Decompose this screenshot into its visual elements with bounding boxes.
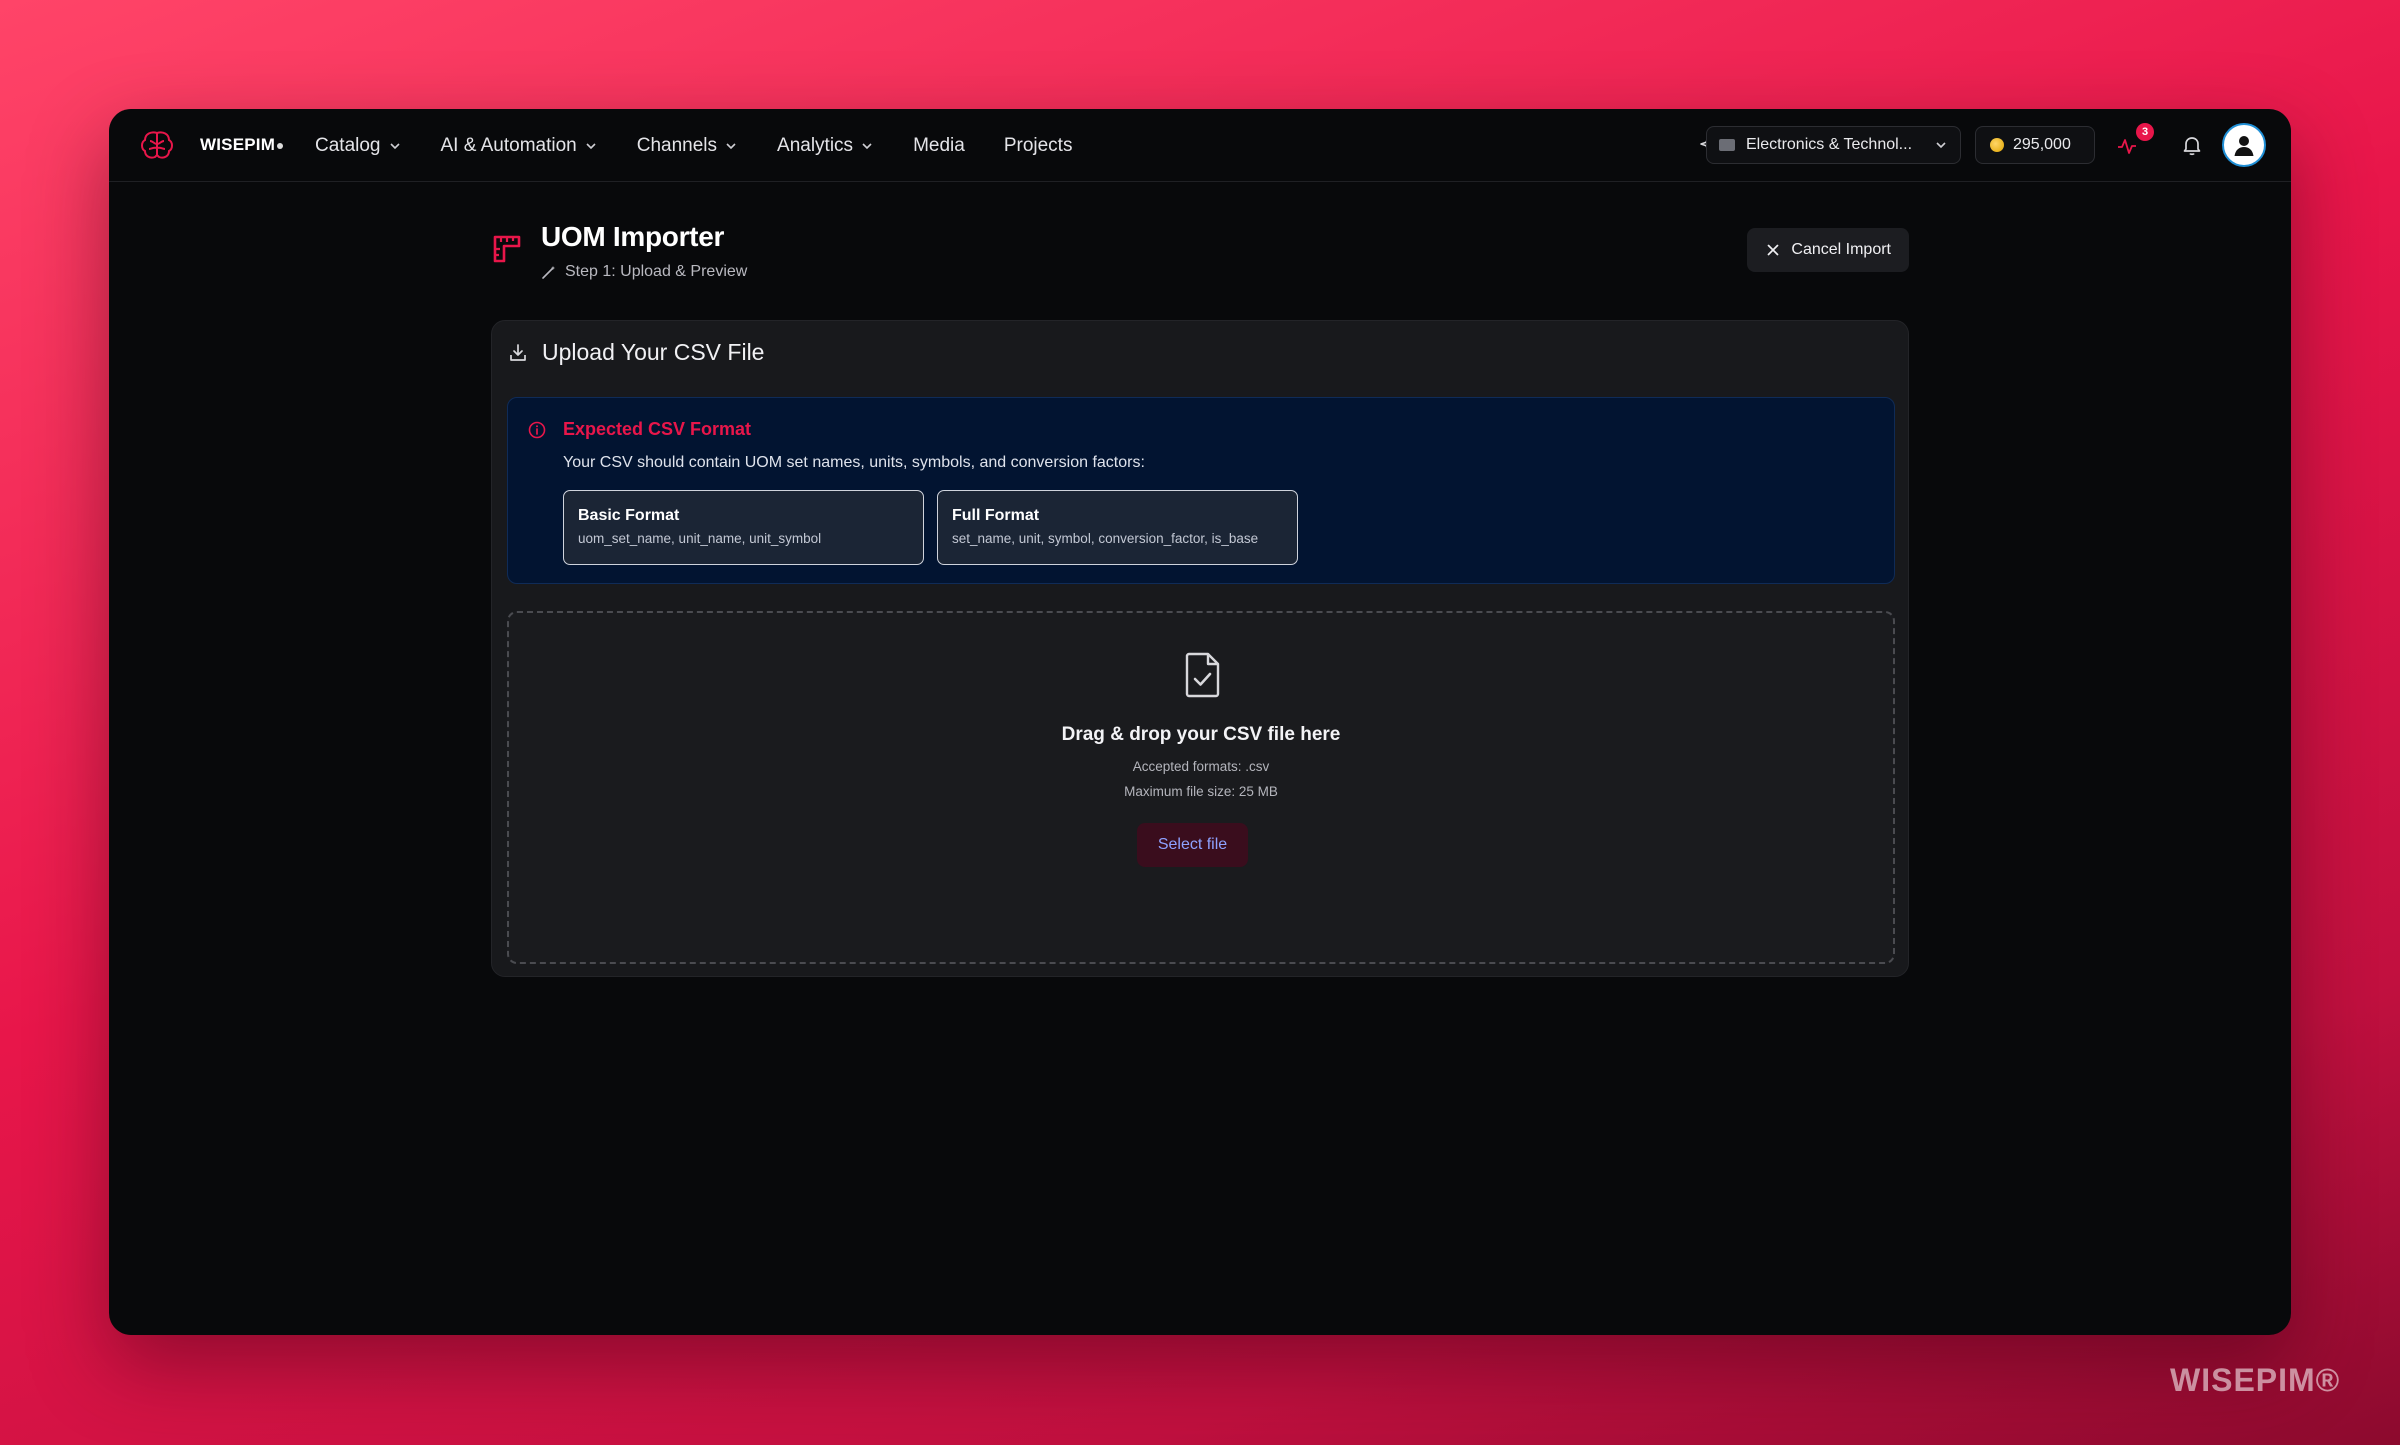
menu-label: Catalog: [315, 134, 381, 156]
dropzone-title: Drag & drop your CSV file here: [1061, 724, 1341, 745]
format-name: Basic Format: [578, 507, 680, 524]
upload-card: Upload Your CSV File Expected CSV Format…: [491, 320, 1909, 977]
cancel-import-button[interactable]: Cancel Import: [1747, 228, 1909, 272]
bell-icon[interactable]: [2180, 133, 2204, 157]
user-icon: [2234, 136, 2254, 156]
notification-badge: 3: [2136, 123, 2154, 141]
top-navbar: WISEPIM Catalog AI & Automation Channels…: [109, 109, 2291, 182]
basic-format-option: Basic Format uom_set_name, unit_name, un…: [563, 490, 924, 565]
ruler-icon: [493, 235, 521, 263]
brand-name: WISEPIM: [200, 135, 284, 155]
download-icon: [510, 343, 526, 361]
chevron-down-icon: [389, 142, 400, 149]
close-icon: [1768, 244, 1779, 256]
format-columns: uom_set_name, unit_name, unit_symbol: [578, 531, 822, 546]
catalog-selector[interactable]: Electronics & Technol...: [1706, 126, 1961, 164]
csv-format-info: Expected CSV Format Your CSV should cont…: [507, 397, 1895, 584]
menu-label: Analytics: [777, 134, 854, 156]
app-window: WISEPIM Catalog AI & Automation Channels…: [109, 109, 2291, 1335]
user-avatar[interactable]: [2222, 123, 2266, 167]
menu-ai-automation[interactable]: AI & Automation: [441, 135, 598, 157]
csv-dropzone[interactable]: Drag & drop your CSV file here Accepted …: [507, 611, 1895, 964]
info-icon: [528, 421, 546, 439]
menu-label: Projects: [1003, 134, 1073, 156]
card-title: Upload Your CSV File: [542, 339, 765, 365]
format-info-description: Your CSV should contain UOM set names, u…: [563, 454, 1145, 471]
card-header: Upload Your CSV File: [508, 339, 764, 366]
menu-label: Media: [913, 134, 965, 156]
wand-icon: [542, 266, 555, 279]
brand-dot-icon: [277, 142, 284, 149]
file-check-icon: [1185, 652, 1220, 698]
catalog-icon: [1719, 139, 1735, 151]
step-label: Step 1: Upload & Preview: [565, 263, 748, 280]
chevron-down-icon: [726, 142, 736, 149]
format-columns: set_name, unit, symbol, conversion_facto…: [952, 531, 1259, 546]
main-menu: Catalog AI & Automation Channels Analyti…: [315, 109, 1111, 182]
chevron-down-icon: [862, 142, 872, 149]
menu-media[interactable]: Media: [913, 135, 965, 157]
menu-analytics[interactable]: Analytics: [777, 135, 874, 157]
select-file-button[interactable]: Select file: [1137, 823, 1248, 867]
credits-value: 295,000: [2013, 136, 2071, 153]
menu-projects[interactable]: Projects: [1004, 135, 1073, 157]
page-title: UOM Importer: [541, 221, 725, 252]
menu-channels[interactable]: Channels: [637, 135, 738, 157]
page-header: UOM Importer Step 1: Upload & Preview Ca…: [491, 221, 1909, 301]
coin-icon: [1990, 138, 2004, 152]
format-info-title: Expected CSV Format: [563, 419, 752, 439]
chevron-down-icon: [1936, 142, 1946, 149]
credits-balance[interactable]: 295,000: [1975, 126, 2095, 164]
watermark: WISEPIM®: [2170, 1362, 2341, 1398]
full-format-option: Full Format set_name, unit, symbol, conv…: [937, 490, 1298, 565]
menu-label: AI & Automation: [440, 134, 577, 156]
catalog-selector-label: Electronics & Technol...: [1746, 136, 1913, 153]
accepted-formats: Accepted formats: .csv: [1132, 759, 1270, 774]
menu-label: Channels: [636, 134, 718, 156]
format-name: Full Format: [952, 507, 1040, 524]
max-file-size: Maximum file size: 25 MB: [1124, 784, 1278, 799]
brain-logo-icon[interactable]: [137, 125, 177, 165]
step-indicator: Step 1: Upload & Preview: [541, 263, 747, 281]
cancel-import-label: Cancel Import: [1791, 241, 1891, 258]
menu-catalog[interactable]: Catalog: [315, 135, 402, 157]
chevron-down-icon: [586, 142, 596, 149]
activity-icon[interactable]: [2116, 135, 2138, 157]
